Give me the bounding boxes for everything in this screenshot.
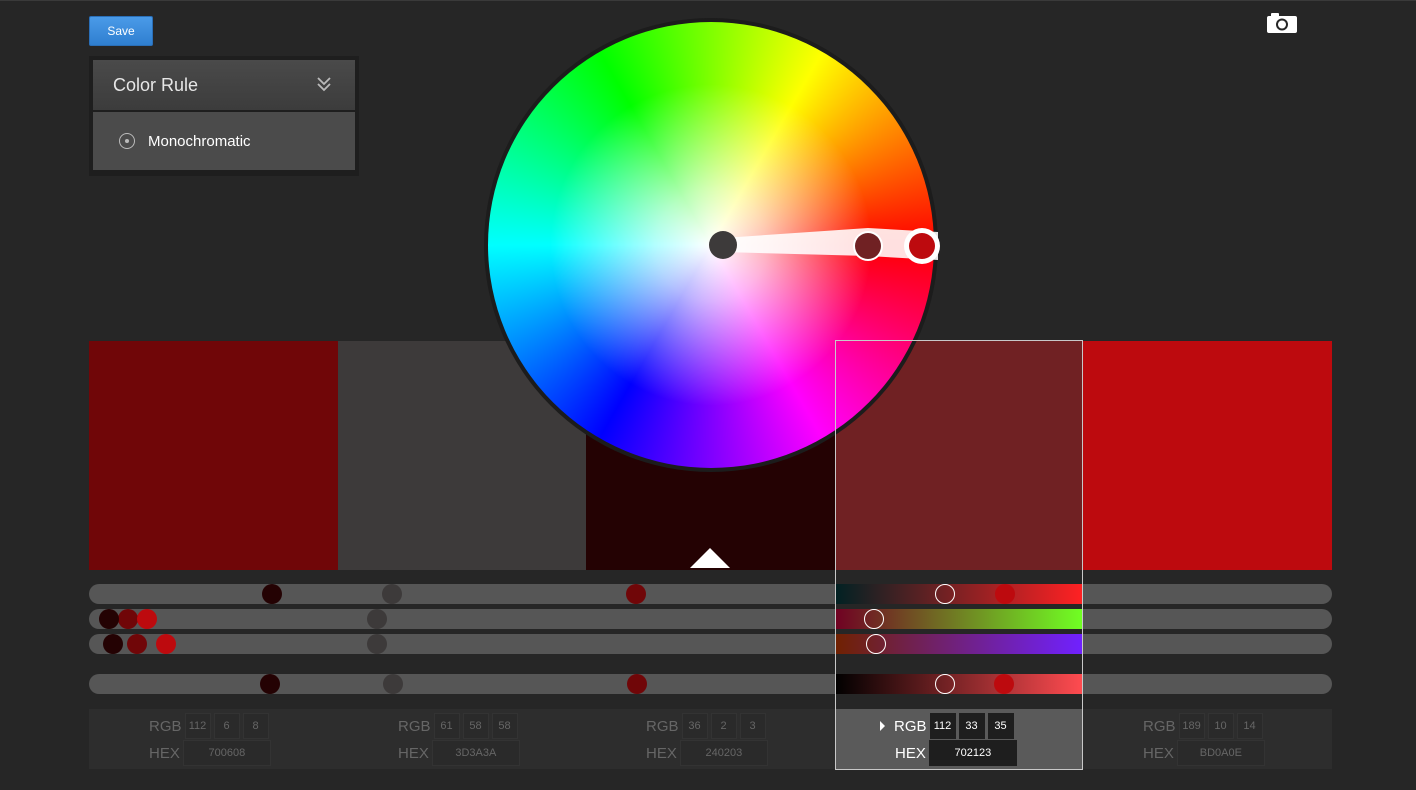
green-value-field[interactable]: 6 — [213, 713, 240, 739]
color-rule-panel: Color Rule Monochromatic — [89, 56, 359, 176]
color-rule-header[interactable]: Color Rule — [93, 60, 355, 110]
rgb-label: RGB — [149, 717, 182, 735]
green-knob-5[interactable] — [136, 609, 157, 629]
swatch-5[interactable] — [1083, 341, 1332, 570]
hex-value-field[interactable]: BD0A0E — [1176, 740, 1265, 766]
brightness-knob-2[interactable] — [382, 674, 403, 694]
blue-value-field[interactable]: 58 — [491, 713, 518, 739]
values-column-4: RGB 112 33 35 HEX 702123 — [835, 709, 1083, 769]
rgb-label: RGB — [398, 717, 431, 735]
color-wheel[interactable] — [484, 18, 940, 472]
values-column-5: RGB 189 10 14 HEX BD0A0E — [1083, 709, 1332, 769]
red-value-field[interactable]: 112 — [184, 713, 211, 739]
wheel-handles — [709, 228, 940, 264]
red-value-field[interactable]: 36 — [681, 713, 708, 739]
hex-label: HEX — [646, 744, 677, 762]
hex-label: HEX — [398, 744, 429, 762]
values-column-2: RGB 61 58 58 HEX 3D3A3A — [338, 709, 586, 769]
red-value-field[interactable]: 112 — [929, 713, 956, 739]
color-rule-title: Color Rule — [113, 74, 199, 95]
save-button[interactable]: Save — [89, 16, 153, 46]
red-knob-3[interactable] — [261, 584, 282, 604]
blue-slider[interactable] — [89, 634, 1332, 654]
red-knob-4[interactable] — [934, 584, 955, 604]
camera-icon[interactable] — [1266, 12, 1298, 34]
top-border — [0, 0, 1416, 1]
hex-label: HEX — [1143, 744, 1174, 762]
rgb-label: RGB — [646, 717, 679, 735]
handle-base-color[interactable] — [909, 233, 935, 259]
blue-value-field[interactable]: 14 — [1236, 713, 1263, 739]
red-knob-2[interactable] — [381, 584, 402, 604]
brightness-knob-4[interactable] — [934, 674, 955, 694]
green-value-field[interactable]: 58 — [462, 713, 489, 739]
blue-value-field[interactable]: 3 — [739, 713, 766, 739]
hex-label: HEX — [149, 744, 180, 762]
red-value-field[interactable]: 61 — [433, 713, 460, 739]
green-knob-1[interactable] — [117, 609, 138, 629]
blue-knob-5[interactable] — [156, 634, 177, 654]
handle-selected-color[interactable] — [855, 233, 881, 259]
hex-label: HEX — [895, 744, 926, 762]
brightness-knob-1[interactable] — [627, 674, 648, 694]
blue-value-field[interactable]: 35 — [987, 713, 1014, 739]
rgb-label: RGB — [1143, 717, 1176, 735]
rule-option-monochromatic[interactable]: Monochromatic — [93, 112, 355, 170]
hex-value-field[interactable]: 3D3A3A — [431, 740, 520, 766]
rgb-label: RGB — [894, 717, 927, 735]
green-slider[interactable] — [89, 609, 1332, 629]
color-values-bar: RGB 112 6 8 HEX 700608 RGB 61 58 58 HEX 3D3A3A RGB 36… — [89, 709, 1332, 769]
caret-right-icon[interactable] — [880, 721, 885, 731]
hex-value-field[interactable]: 240203 — [679, 740, 768, 766]
values-column-3: RGB 36 2 3 HEX 240203 — [586, 709, 835, 769]
rule-option-label: Monochromatic — [148, 132, 251, 150]
selected-swatch-indicator — [690, 548, 730, 568]
green-knob-3[interactable] — [98, 609, 119, 629]
hex-value-field[interactable]: 702123 — [928, 740, 1017, 766]
swatch-1[interactable] — [89, 341, 338, 570]
green-value-field[interactable]: 2 — [710, 713, 737, 739]
brightness-slider-gradient — [835, 674, 1082, 694]
double-chevron-down-icon[interactable] — [315, 74, 333, 94]
radio-selected-icon — [119, 133, 135, 149]
red-slider-gradient — [835, 584, 1082, 604]
hex-value-field[interactable]: 700608 — [182, 740, 271, 766]
green-value-field[interactable]: 10 — [1207, 713, 1234, 739]
brightness-knob-5[interactable] — [994, 674, 1015, 694]
red-value-field[interactable]: 189 — [1178, 713, 1205, 739]
values-column-1: RGB 112 6 8 HEX 700608 — [89, 709, 338, 769]
blue-value-field[interactable]: 8 — [242, 713, 269, 739]
green-value-field[interactable]: 33 — [958, 713, 985, 739]
handle-center[interactable] — [709, 231, 737, 259]
